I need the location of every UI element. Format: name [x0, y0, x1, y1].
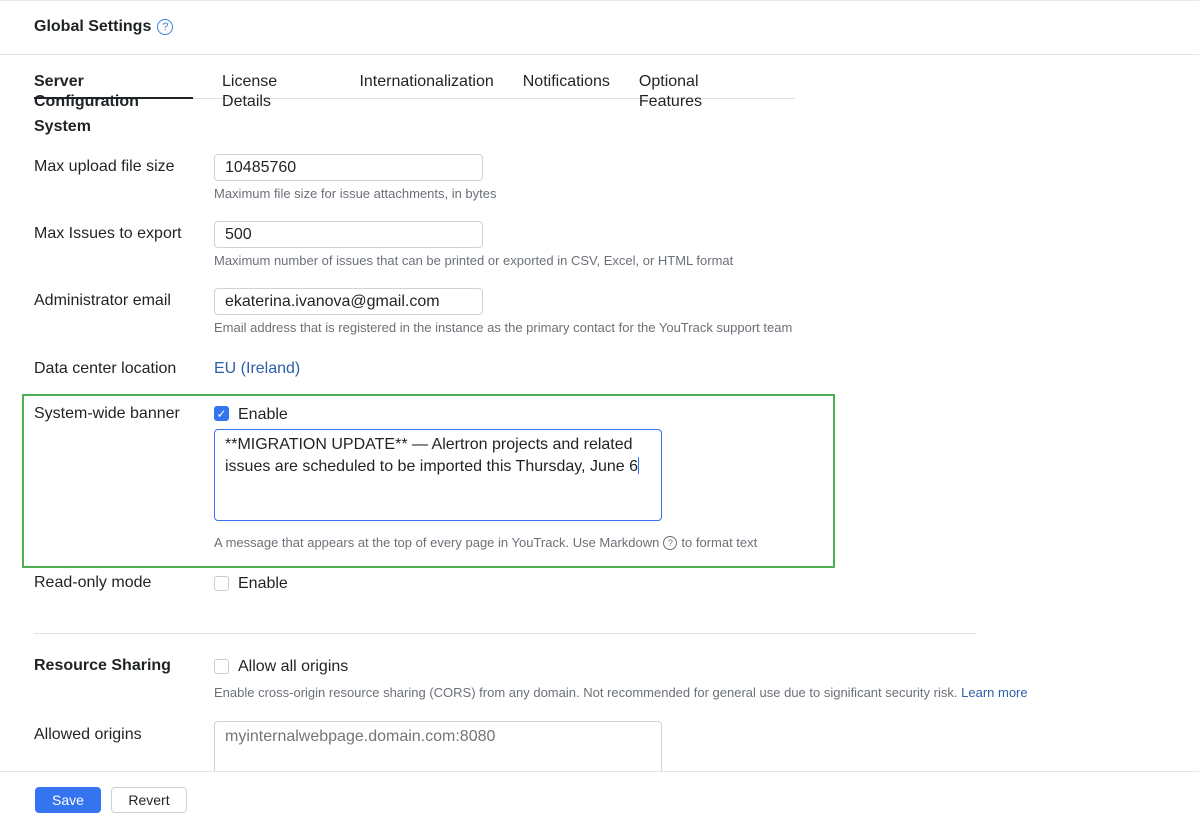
- allow-all-origins-label[interactable]: Allow all origins: [238, 658, 348, 676]
- learn-more-link[interactable]: Learn more: [961, 685, 1027, 700]
- max-export-label: Max Issues to export: [34, 225, 182, 242]
- banner-text: **MIGRATION UPDATE** — Alertron projects…: [225, 436, 638, 475]
- admin-email-input[interactable]: [214, 288, 483, 315]
- banner-help: A message that appears at the top of eve…: [214, 535, 757, 550]
- section-title-system: System: [34, 118, 91, 135]
- footer-bar: Save Revert: [0, 771, 1199, 825]
- top-border: [0, 0, 1199, 1]
- tab-notifications[interactable]: Notifications: [523, 72, 610, 99]
- data-center-label: Data center location: [34, 360, 177, 377]
- tab-optional-features[interactable]: Optional Features: [639, 72, 766, 110]
- markdown-help-icon[interactable]: ?: [663, 535, 678, 550]
- banner-enable-label[interactable]: Enable: [238, 406, 288, 424]
- page-title: Global Settings: [34, 18, 152, 35]
- read-only-checkbox[interactable]: [214, 576, 229, 591]
- banner-enable-checkbox[interactable]: ✓: [214, 406, 229, 421]
- max-upload-label: Max upload file size: [34, 158, 175, 175]
- settings-tabs: Server Configuration License Details Int…: [34, 72, 795, 110]
- cors-help-text: Enable cross-origin resource sharing (CO…: [214, 685, 958, 700]
- allow-all-origins-checkbox[interactable]: [214, 659, 229, 674]
- banner-textarea[interactable]: **MIGRATION UPDATE** — Alertron projects…: [214, 429, 662, 521]
- admin-email-label: Administrator email: [34, 292, 171, 309]
- max-upload-input[interactable]: [214, 154, 483, 181]
- help-icon[interactable]: ?: [157, 19, 174, 35]
- header-divider: [0, 54, 1199, 55]
- tab-server-configuration[interactable]: Server Configuration: [34, 72, 194, 110]
- page-header: Global Settings ?: [34, 18, 174, 36]
- max-export-help: Maximum number of issues that can be pri…: [214, 253, 734, 268]
- section-title-resource-sharing: Resource Sharing: [34, 657, 171, 674]
- banner-label: System-wide banner: [34, 405, 180, 422]
- tab-license-details[interactable]: License Details: [222, 72, 330, 110]
- read-only-enable-label[interactable]: Enable: [238, 575, 288, 593]
- checkmark-icon: ✓: [216, 406, 227, 421]
- read-only-label: Read-only mode: [34, 574, 152, 591]
- revert-button[interactable]: Revert: [111, 787, 187, 813]
- allowed-origins-label: Allowed origins: [34, 726, 142, 743]
- cors-help: Enable cross-origin resource sharing (CO…: [214, 685, 1028, 700]
- max-export-input[interactable]: [214, 221, 483, 248]
- save-button[interactable]: Save: [35, 787, 101, 813]
- admin-email-help: Email address that is registered in the …: [214, 320, 793, 335]
- banner-help-text-end: to format text: [681, 535, 758, 550]
- tab-internationalization[interactable]: Internationalization: [359, 72, 493, 99]
- max-upload-help: Maximum file size for issue attachments,…: [214, 186, 497, 201]
- section-divider: [34, 633, 976, 634]
- data-center-value[interactable]: EU (Ireland): [214, 360, 300, 378]
- banner-help-text: A message that appears at the top of eve…: [214, 535, 660, 550]
- text-caret: [637, 457, 639, 474]
